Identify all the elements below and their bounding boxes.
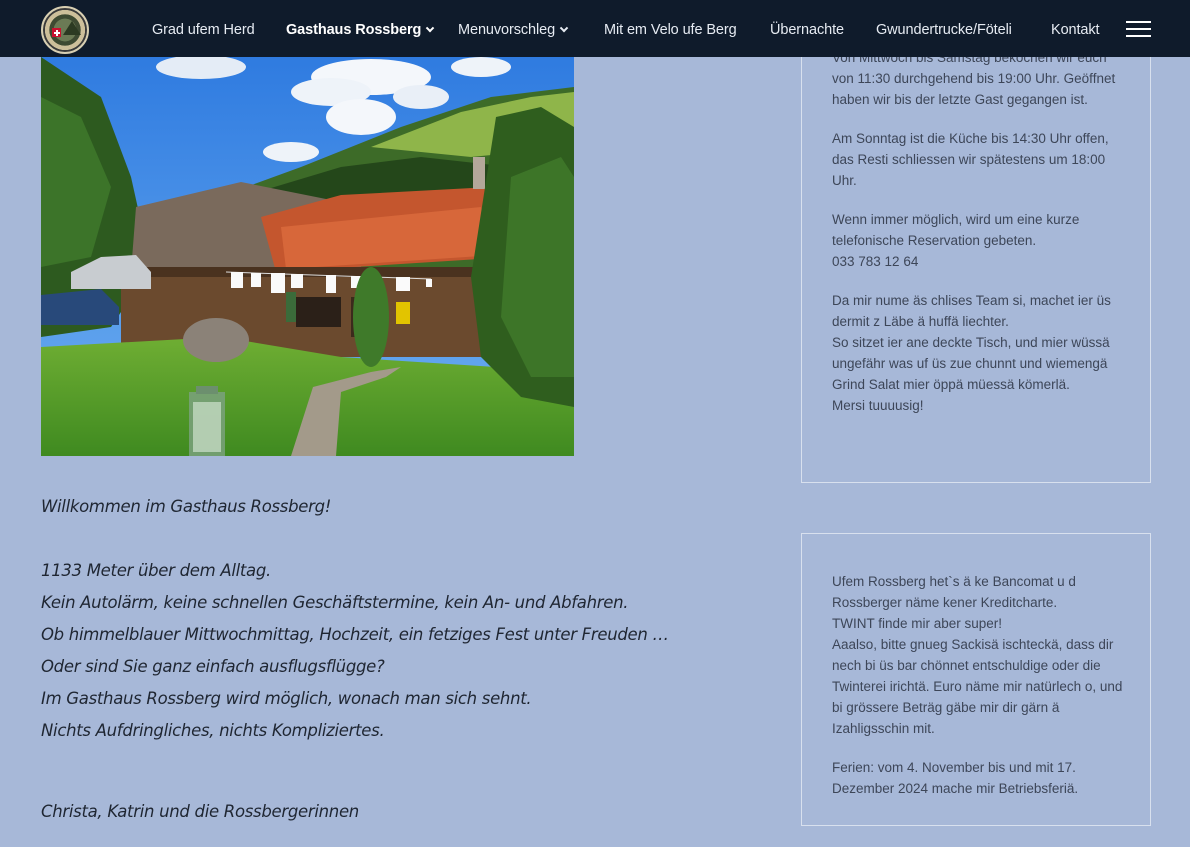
nav-item-gwundertrucke[interactable]: Gwundertrucke/Föteli — [876, 22, 1012, 38]
nav-item-menuvorschleg[interactable]: Menuvorschleg — [458, 22, 569, 38]
welcome-line: Ob himmelblauer Mittwochmittag, Hochzeit… — [41, 625, 669, 644]
chevron-down-icon — [559, 23, 569, 33]
top-navbar: Grad ufem Herd Gasthaus Rossberg Menuvor… — [0, 0, 1190, 57]
text-line: Ferien: vom 4. November bis und mit 17. … — [832, 760, 1079, 796]
welcome-signature: Christa, Katrin und die Rossbergerinnen — [41, 802, 359, 821]
hamburger-bar — [1126, 21, 1151, 23]
nav-label: Menuvorschleg — [458, 22, 556, 38]
text-line: TWINT finde mir aber super! — [832, 616, 1003, 631]
welcome-line: Nichts Aufdringliches, nichts Komplizier… — [41, 721, 385, 740]
nav-label: Gasthaus Rossberg — [286, 22, 422, 38]
hero-photo — [41, 57, 574, 456]
text-line: So sitzet ier ane deckte Tisch, und mier… — [832, 335, 1110, 392]
chevron-down-icon — [426, 23, 435, 33]
welcome-line: Kein Autolärm, keine schnellen Geschäfts… — [41, 593, 629, 612]
welcome-section: Willkommen im Gasthaus Rossberg! 1133 Me… — [41, 493, 741, 830]
logo-mountain-icon — [63, 21, 81, 35]
paragraph: Da mir nume äs chlises Team si, machet i… — [832, 290, 1122, 416]
opening-hours-content: Von Mittwoch bis Samstag bekochen wir eu… — [832, 47, 1122, 416]
payment-info-box: Ufem Rossberg het`s ä ke Bancomat u d Ro… — [801, 533, 1151, 826]
paragraph: Wenn immer möglich, wird um eine kurze t… — [832, 209, 1122, 272]
nav-item-gasthaus-rossberg[interactable]: Gasthaus Rossberg — [286, 22, 435, 38]
opening-hours-box: Von Mittwoch bis Samstag bekochen wir eu… — [801, 30, 1151, 483]
text-line: Am Sonntag ist die Küche bis 14:30 Uhr o… — [832, 131, 1109, 188]
text-line: Wenn immer möglich, wird um eine kurze t… — [832, 212, 1080, 248]
text-line: Mersi tuuuusig! — [832, 398, 924, 413]
swiss-cross-icon — [52, 28, 61, 37]
text-line: Da mir nume äs chlises Team si, machet i… — [832, 293, 1111, 329]
text-line: Aaalso, bitte gnueg Sackisä ischteckä, d… — [832, 637, 1123, 736]
nav-label: Übernachte — [770, 22, 844, 38]
payment-info-content: Ufem Rossberg het`s ä ke Bancomat u d Ro… — [832, 571, 1124, 799]
nav-item-uebernachte[interactable]: Übernachte — [770, 22, 844, 38]
nav-label: Grad ufem Herd — [152, 22, 255, 38]
welcome-line: Im Gasthaus Rossberg wird möglich, wonac… — [41, 689, 532, 708]
nav-item-kontakt[interactable]: Kontakt — [1051, 22, 1100, 38]
nav-label: Mit em Velo ufe Berg — [604, 22, 737, 38]
nav-item-velo[interactable]: Mit em Velo ufe Berg — [604, 22, 737, 38]
hamburger-bar — [1126, 28, 1151, 30]
nav-label: Gwundertrucke/Föteli — [876, 22, 1012, 38]
text-line: Ufem Rossberg het`s ä ke Bancomat u d Ro… — [832, 574, 1076, 610]
welcome-line: Oder sind Sie ganz einfach ausflugsflügg… — [41, 657, 385, 676]
phone-number: 033 783 12 64 — [832, 254, 919, 269]
welcome-heading: Willkommen im Gasthaus Rossberg! — [41, 497, 332, 516]
logo[interactable] — [41, 6, 89, 54]
hamburger-bar — [1126, 35, 1151, 37]
paragraph: Ufem Rossberg het`s ä ke Bancomat u d Ro… — [832, 571, 1124, 739]
hamburger-icon[interactable] — [1126, 21, 1151, 38]
paragraph: Am Sonntag ist die Küche bis 14:30 Uhr o… — [832, 128, 1122, 191]
nav-item-grad-ufem-herd[interactable]: Grad ufem Herd — [152, 22, 255, 38]
paragraph: Ferien: vom 4. November bis und mit 17. … — [832, 757, 1124, 799]
nav-label: Kontakt — [1051, 22, 1100, 38]
welcome-line: 1133 Meter über dem Alltag. — [41, 561, 271, 580]
